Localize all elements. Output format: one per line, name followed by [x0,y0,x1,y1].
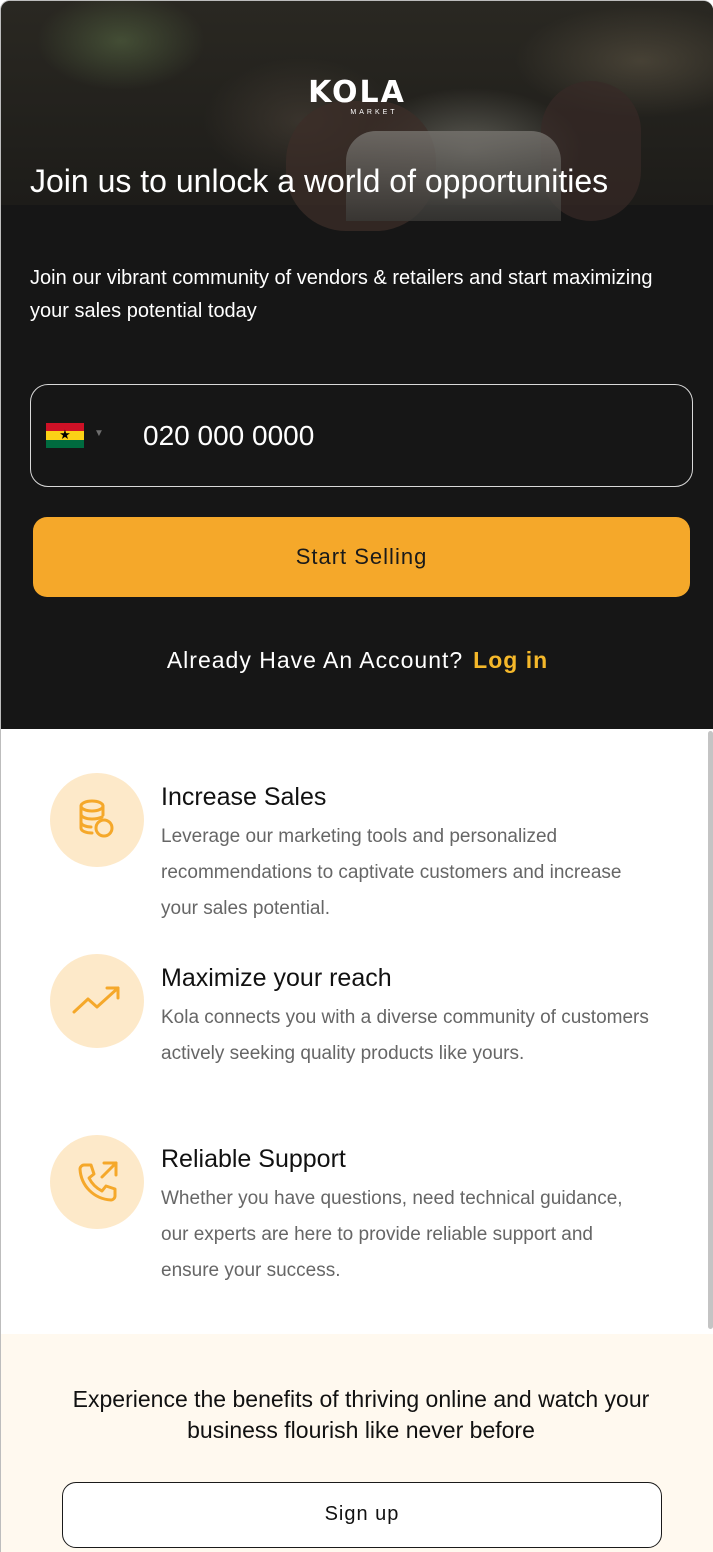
hero-section: KOLA MARKET Join us to unlock a world of… [1,1,713,729]
page-frame: KOLA MARKET Join us to unlock a world of… [0,0,713,1552]
login-prompt: Already Have An Account? Log in [1,642,713,678]
login-prompt-text: Already Have An Account? [166,647,464,673]
cta-section: Experience the benefits of thriving onli… [1,1334,713,1552]
logo-subtitle: MARKET [350,109,398,116]
feature-title: Maximize your reach [161,964,392,992]
kola-market-logo[interactable]: KOLA MARKET [301,77,413,121]
sign-up-button[interactable]: Sign up [62,1482,662,1548]
feature-title: Reliable Support [161,1145,346,1173]
phone-number-input[interactable]: 020 000 0000 [143,417,314,455]
feature-description: Leverage our marketing tools and persona… [161,826,622,919]
phone-number-field[interactable]: ★ ▼ 020 000 0000 [30,384,693,487]
ghana-flag-icon[interactable]: ★ [46,423,84,448]
cta-text: Experience the benefits of thriving onli… [72,1386,650,1443]
login-link[interactable]: Log in [473,647,548,673]
feature-description: Kola connects you with a diverse communi… [161,1007,649,1064]
phone-outgoing-icon [50,1135,144,1229]
scrollbar-thumb[interactable] [708,731,713,1329]
coins-icon [50,773,144,867]
country-dropdown-caret-icon[interactable]: ▼ [94,428,104,439]
feature-title: Increase Sales [161,783,327,811]
feature-description: Whether you have questions, need technic… [161,1188,623,1281]
trending-up-icon [50,954,144,1048]
logo-word: KOLA [308,75,406,110]
features-section: Increase Sales Leverage our marketing to… [1,729,713,1334]
start-selling-button[interactable]: Start Selling [33,517,690,597]
hero-subtitle: Join our vibrant community of vendors & … [30,267,653,322]
hero-title: Join us to unlock a world of opportuniti… [30,163,609,199]
